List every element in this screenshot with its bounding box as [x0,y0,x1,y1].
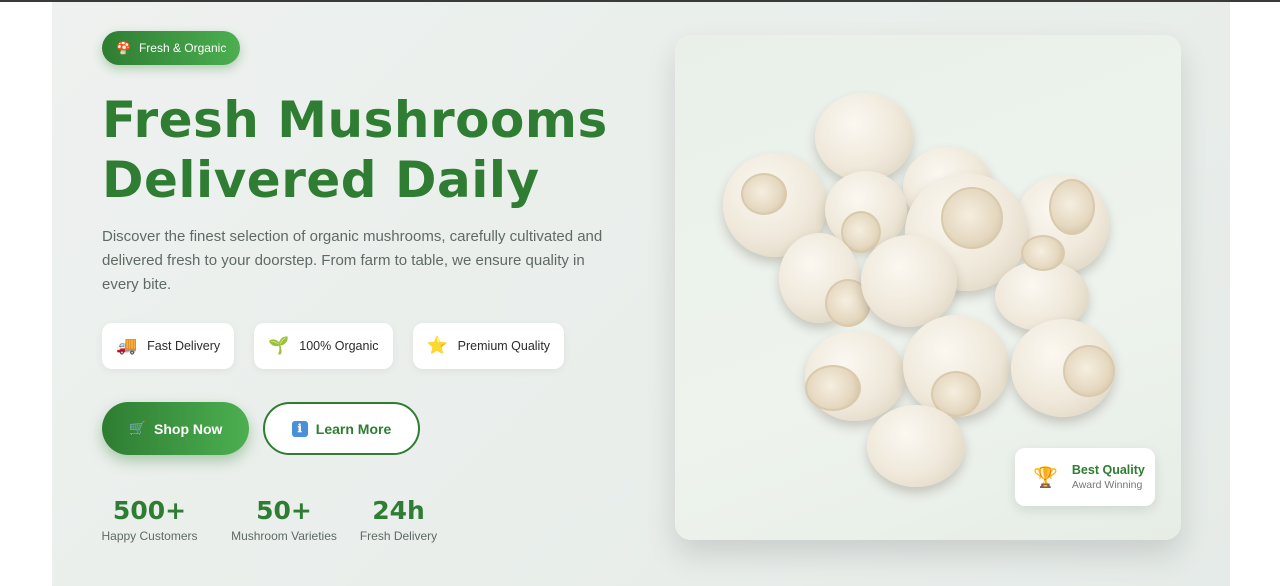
feature-fast-delivery: 🚚 Fast Delivery [102,323,235,369]
stat-delivery: 24h Fresh Delivery [360,495,437,543]
quality-text: Best Quality Award Winning [1072,463,1145,492]
headline-line-1: Fresh Mushrooms [102,91,608,149]
best-quality-card: 🏆 Best Quality Award Winning [1015,448,1155,506]
mushroom-icon: 🍄 [116,41,131,55]
hero-headline: Fresh Mushrooms Delivered Daily [102,90,662,210]
learn-more-label: Learn More [315,420,392,437]
quality-subtitle: Award Winning [1071,478,1143,491]
stats-row: 500+ Happy Customers 50+ Mushroom Variet… [101,495,437,543]
feature-organic: 🌱 100% Organic [254,323,393,369]
stat-value: 50+ [256,496,312,525]
learn-more-button[interactable]: ℹ Learn More [263,402,420,455]
feature-premium-quality: ⭐ Premium Quality [412,323,565,369]
feature-list: 🚚 Fast Delivery 🌱 100% Organic ⭐ Premium… [102,323,565,369]
hero-actions: 🛒 Shop Now ℹ Learn More [102,402,420,455]
stat-label: Mushroom Varieties [231,529,337,543]
stat-label: Fresh Delivery [359,529,438,543]
cart-icon: 🛒 [128,420,146,436]
trophy-icon: 🏆 [1033,466,1058,489]
hero-description: Discover the finest selection of organic… [102,228,603,293]
hero-section: 🍄 Fresh & Organic Fresh Mushrooms Delive… [52,2,1230,586]
mushroom-shape [1021,235,1065,271]
stat-varieties: 50+ Mushroom Varieties [230,495,338,543]
star-icon: ⭐ [426,336,448,355]
stat-value: 500+ [112,496,187,525]
mushroom-shape [867,405,965,487]
shop-now-button[interactable]: 🛒 Shop Now [102,402,249,455]
quality-title: Best Quality [1071,462,1145,477]
stat-customers: 500+ Happy Customers [101,495,198,543]
feature-label: Premium Quality [457,339,551,353]
mushroom-shape [861,235,957,327]
mushroom-shape [1049,179,1095,235]
mushroom-shape [815,93,913,181]
stat-label: Happy Customers [101,529,198,543]
fresh-organic-badge: 🍄 Fresh & Organic [102,31,241,65]
badge-label: Fresh & Organic [138,41,227,55]
mushroom-shape [741,173,787,215]
mushroom-shape [941,187,1003,249]
headline-line-2: Delivered Daily [102,151,540,209]
mushroom-shape [805,365,861,411]
feature-label: 100% Organic [299,339,379,353]
info-icon: ℹ [291,420,308,437]
seedling-icon: 🌱 [268,336,290,355]
shop-now-label: Shop Now [154,420,223,437]
truck-icon: 🚚 [116,336,138,355]
stat-value: 24h [372,496,425,525]
mushroom-shape [1063,345,1115,397]
feature-label: Fast Delivery [147,339,221,353]
